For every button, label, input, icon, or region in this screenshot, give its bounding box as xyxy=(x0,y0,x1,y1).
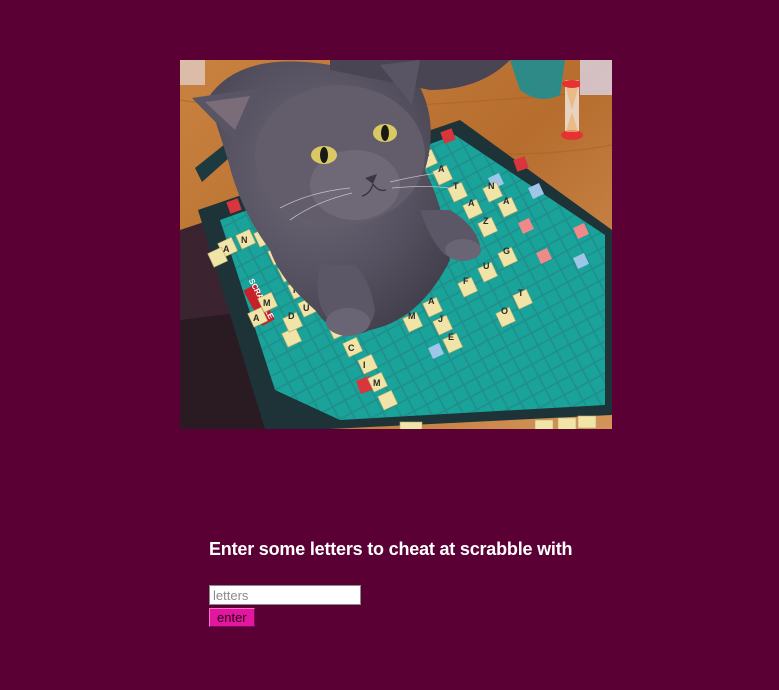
svg-text:M: M xyxy=(408,311,416,321)
svg-text:U: U xyxy=(483,261,490,271)
svg-text:E: E xyxy=(448,332,454,342)
enter-button[interactable]: enter xyxy=(209,608,255,627)
cheat-form: Enter some letters to cheat at scrabble … xyxy=(209,538,629,627)
svg-text:I: I xyxy=(363,360,366,370)
svg-text:U: U xyxy=(303,303,310,313)
svg-text:F: F xyxy=(463,276,469,286)
svg-text:A: A xyxy=(468,198,475,208)
cat-scrabble-photo: SCRABBLE xyxy=(180,60,612,429)
svg-text:M: M xyxy=(263,298,271,308)
form-heading: Enter some letters to cheat at scrabble … xyxy=(209,539,573,559)
svg-text:N: N xyxy=(241,235,248,245)
svg-text:O: O xyxy=(501,306,508,316)
svg-text:G: G xyxy=(503,246,510,256)
svg-text:A: A xyxy=(253,313,260,323)
letters-input[interactable] xyxy=(209,585,361,605)
svg-text:D: D xyxy=(288,311,295,321)
svg-text:T: T xyxy=(518,288,524,298)
svg-text:Z: Z xyxy=(483,216,489,226)
svg-text:M: M xyxy=(373,378,381,388)
svg-text:C: C xyxy=(348,343,355,353)
svg-text:T: T xyxy=(453,181,459,191)
svg-text:A: A xyxy=(223,244,230,254)
svg-text:J: J xyxy=(438,314,443,324)
svg-text:N: N xyxy=(488,181,495,191)
svg-text:A: A xyxy=(428,296,435,306)
svg-text:A: A xyxy=(503,196,510,206)
